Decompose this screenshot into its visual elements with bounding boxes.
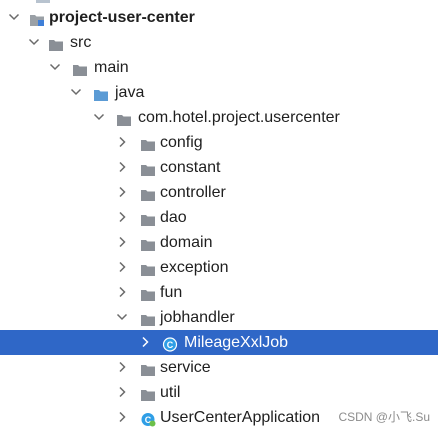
tree-label: service [160, 359, 211, 376]
chevron-right-icon[interactable] [116, 280, 132, 305]
tree-row-config[interactable]: config [0, 130, 438, 155]
chevron-down-icon[interactable] [93, 105, 109, 130]
tree-row-mileage-xxl-job[interactable]: C MileageXxlJob [0, 330, 438, 355]
tree-row-constant[interactable]: constant [0, 155, 438, 180]
tree-row-exception[interactable]: exception [0, 255, 438, 280]
chevron-down-icon[interactable] [70, 80, 86, 105]
spring-boot-class-icon: C [140, 410, 156, 427]
folder-icon [140, 135, 156, 151]
folder-icon [140, 160, 156, 176]
tree-row-util[interactable]: util [0, 380, 438, 405]
chevron-down-icon[interactable] [28, 30, 44, 55]
module-folder-icon [29, 10, 45, 26]
tree-row-fun[interactable]: fun [0, 280, 438, 305]
chevron-right-icon[interactable] [116, 255, 132, 280]
chevron-right-icon[interactable] [116, 405, 132, 430]
chevron-right-icon[interactable] [116, 130, 132, 155]
chevron-right-icon[interactable] [116, 380, 132, 405]
tree-row-main[interactable]: main [0, 55, 438, 80]
java-class-icon: C [162, 335, 178, 352]
top-scroll-edge [36, 0, 50, 3]
tree-label: main [94, 59, 129, 76]
folder-icon [140, 285, 156, 301]
tree-label: domain [160, 234, 213, 251]
tree-label: util [160, 384, 181, 401]
tree-row-project-user-center[interactable]: project-user-center [0, 5, 438, 30]
chevron-down-icon[interactable] [49, 55, 65, 80]
chevron-right-icon[interactable] [139, 330, 155, 355]
tree-row-java[interactable]: java [0, 80, 438, 105]
folder-icon [140, 360, 156, 376]
package-folder-icon [116, 110, 132, 126]
chevron-down-icon[interactable] [8, 5, 24, 30]
tree-row-src[interactable]: src [0, 30, 438, 55]
folder-icon [140, 385, 156, 401]
project-tree-panel: project-user-center src main java com.ho… [0, 0, 438, 435]
folder-icon [48, 35, 64, 51]
tree-label: java [115, 84, 145, 101]
folder-icon [140, 210, 156, 226]
folder-icon [140, 260, 156, 276]
chevron-right-icon[interactable] [116, 355, 132, 380]
folder-icon [140, 310, 156, 326]
tree-label: project-user-center [49, 9, 195, 26]
tree-label: MileageXxlJob [184, 334, 289, 351]
tree-label: controller [160, 184, 226, 201]
tree-row-jobhandler[interactable]: jobhandler [0, 305, 438, 330]
chevron-right-icon[interactable] [116, 205, 132, 230]
tree-label: src [70, 34, 92, 51]
tree-label: dao [160, 209, 187, 226]
folder-icon [140, 235, 156, 251]
source-folder-icon [93, 85, 109, 101]
chevron-right-icon[interactable] [116, 155, 132, 180]
tree-row-domain[interactable]: domain [0, 230, 438, 255]
folder-icon [140, 185, 156, 201]
tree-row-controller[interactable]: controller [0, 180, 438, 205]
tree-label: exception [160, 259, 229, 276]
tree-label: jobhandler [160, 309, 235, 326]
tree-row-package[interactable]: com.hotel.project.usercenter [0, 105, 438, 130]
csdn-watermark: CSDN @小飞.Su [338, 410, 430, 424]
tree-label: fun [160, 284, 183, 301]
chevron-right-icon[interactable] [116, 180, 132, 205]
tree-label: UserCenterApplication [160, 409, 321, 426]
tree-label: config [160, 134, 203, 151]
tree-label: com.hotel.project.usercenter [138, 109, 340, 126]
chevron-down-icon[interactable] [116, 305, 132, 330]
tree-row-user-center-application[interactable]: C UserCenterApplication CSDN @小飞.Su [0, 405, 438, 430]
tree-label: constant [160, 159, 221, 176]
folder-icon [72, 60, 88, 76]
tree-row-dao[interactable]: dao [0, 205, 438, 230]
chevron-right-icon[interactable] [116, 230, 132, 255]
svg-text:C: C [167, 340, 174, 350]
tree-row-service[interactable]: service [0, 355, 438, 380]
